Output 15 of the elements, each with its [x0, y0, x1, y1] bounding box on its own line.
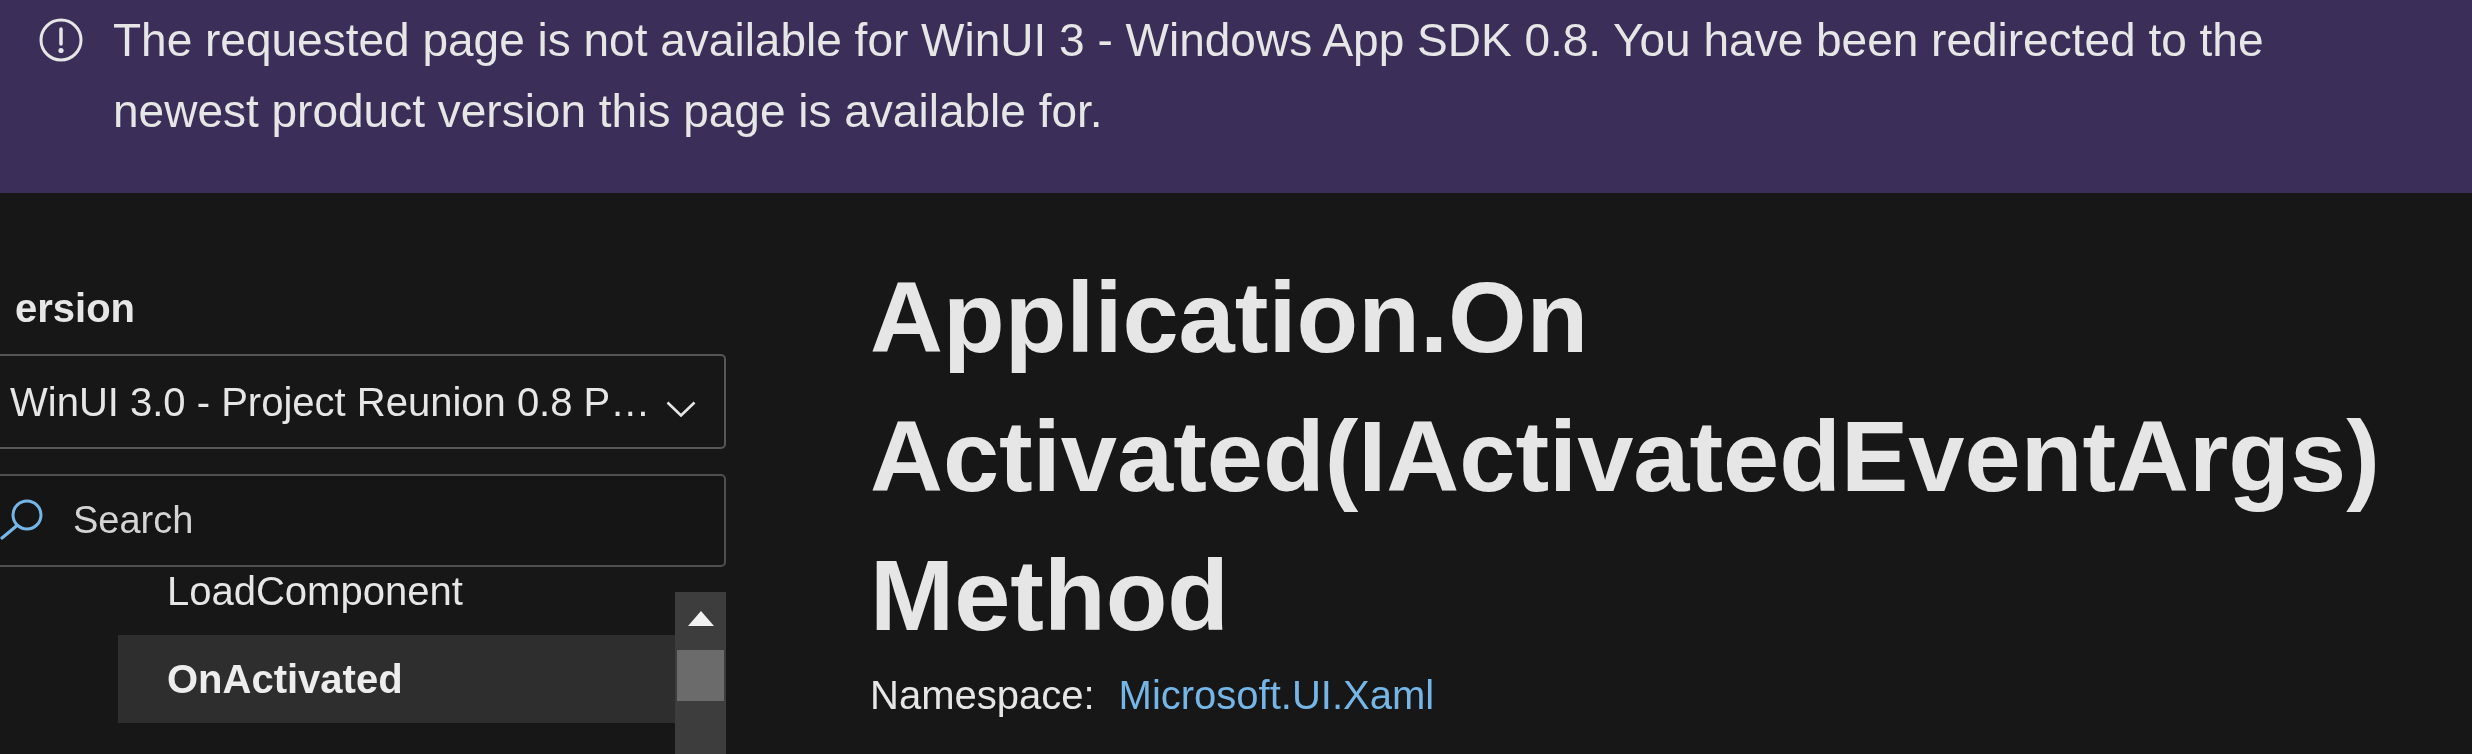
toc-item[interactable]: LoadComponent	[118, 570, 675, 635]
search-field[interactable]: Search	[0, 474, 726, 567]
version-dropdown[interactable]: WinUI 3.0 - Project Reunion 0.8 P…	[0, 354, 726, 449]
chevron-down-icon	[666, 400, 696, 417]
up-arrow-icon[interactable]	[687, 611, 714, 626]
banner-message: The requested page is not available for WinUI 3 - Windows App SDK 0.8. You have been redirected to the newest product version this page is available for.	[113, 13, 2265, 139]
sidebar-heading: ersion	[14, 285, 137, 332]
page-title: Application.OnActivated(IActivatedEventArgs) Method	[870, 260, 2381, 653]
scrollbar-track[interactable]	[675, 592, 726, 754]
exclamation-circle-icon	[39, 18, 83, 62]
namespace-link[interactable]: Microsoft.UI.Xaml	[1118, 670, 1435, 720]
namespace-label: Namespace:	[870, 672, 1095, 719]
search-icon	[0, 498, 44, 540]
toc-item[interactable]: OnActivated	[118, 635, 675, 723]
scrollbar-thumb[interactable]	[677, 650, 724, 701]
